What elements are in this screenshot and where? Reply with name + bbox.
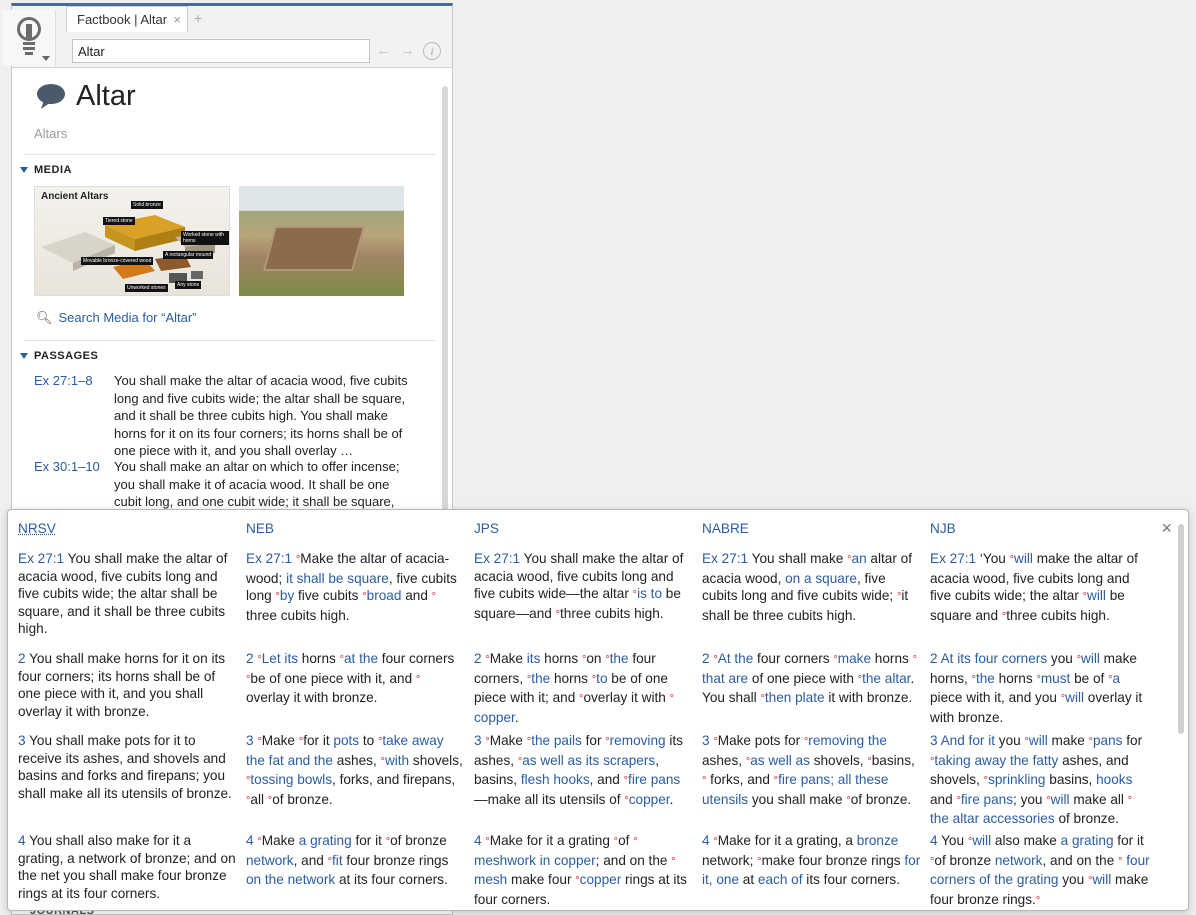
- verse-text: 2 °At the four corners °make horns ° tha…: [702, 651, 917, 706]
- verse-text: 2 At its four corners you °will make hor…: [930, 651, 1143, 725]
- close-icon[interactable]: ×: [1161, 518, 1172, 539]
- media-section-header[interactable]: MEDIA: [20, 164, 72, 176]
- excavation-image: [262, 226, 366, 271]
- expand-triangle-icon: [20, 353, 28, 360]
- lightbulb-icon: [17, 17, 41, 55]
- version-column-nrsv: NRSV Ex 27:1 You shall make the altar of…: [18, 520, 238, 901]
- expand-triangle-icon: [20, 167, 28, 174]
- verse-text: 3 °Make °the pails for °removing its ash…: [474, 733, 683, 807]
- media-tag: Tiered stone: [103, 217, 135, 225]
- verse-text: 2 You shall make horns for it on its fou…: [18, 651, 226, 719]
- verse-text: 3 °Make pots for °removing the ashes, °a…: [702, 733, 915, 807]
- version-column-jps: JPS Ex 27:1 You shall make the altar of …: [474, 520, 694, 907]
- back-arrow-icon[interactable]: ←: [376, 42, 391, 59]
- page-title: Altar: [76, 80, 136, 112]
- version-name[interactable]: NEB: [246, 520, 466, 538]
- passage-reference-link[interactable]: Ex 30:1–10: [34, 458, 100, 476]
- new-tab-button[interactable]: +: [194, 10, 202, 26]
- article-subtitle: Altars: [34, 126, 68, 141]
- search-media-link[interactable]: 🔍︎ Search Media for “Altar”: [36, 310, 197, 326]
- verse-text: 4 °Make for it a grating, a bronze netwo…: [702, 833, 921, 888]
- divider: [24, 340, 436, 341]
- media-tag: Unworked stones: [125, 284, 168, 292]
- forward-arrow-icon[interactable]: →: [400, 42, 415, 59]
- version-column-neb: NEB Ex 27:1 °Make the altar of acacia-wo…: [246, 520, 466, 887]
- verse-text: 3 And for it you °will make °pans for °t…: [930, 733, 1143, 827]
- scrollbar[interactable]: [442, 86, 448, 516]
- verse-text: 4 °Make a grating for it °of bronze netw…: [246, 833, 449, 888]
- media-thumbnail-altar-photo[interactable]: [239, 186, 404, 296]
- passage-reference-link[interactable]: Ex 27:1–8: [34, 372, 93, 390]
- verse-text: Ex 27:1 You shall make °an altar of acac…: [702, 551, 912, 623]
- scrollbar[interactable]: [1178, 524, 1184, 734]
- parallel-passages-popup: × NRSV Ex 27:1 You shall make the altar …: [7, 509, 1189, 911]
- media-tag: Solid bronze: [131, 201, 163, 209]
- verse-text: 2 °Let its horns °at the four corners °b…: [246, 651, 455, 706]
- version-column-njb: NJB Ex 27:1 ‘You °will make the altar of…: [930, 520, 1150, 907]
- close-tab-icon[interactable]: ×: [173, 7, 181, 33]
- search-media-label: Search Media for “Altar”: [58, 310, 197, 325]
- media-tag: Worked stone with horns: [181, 231, 229, 245]
- info-icon[interactable]: i: [423, 42, 441, 60]
- verse-text: 2 °Make its horns °on °the four corners,…: [474, 651, 674, 725]
- version-column-nabre: NABRE Ex 27:1 You shall make °an altar o…: [702, 520, 922, 887]
- verse-text: 4 You °will also make a grating for it °…: [930, 833, 1150, 907]
- media-tag: A rectangular mound: [163, 251, 214, 259]
- tab-label: Factbook | Altar: [77, 12, 168, 27]
- tab-factbook[interactable]: Factbook | Altar ×: [66, 6, 188, 32]
- passage-text: You shall make an altar on which to offe…: [114, 459, 400, 509]
- verse-text: Ex 27:1 ‘You °will make the altar of aca…: [930, 551, 1138, 623]
- verse-text: 3 You shall make pots for it to receive …: [18, 733, 232, 801]
- divider: [24, 154, 436, 155]
- chevron-down-icon: [42, 56, 50, 61]
- media-tag: Movable bronze-covered wood: [81, 257, 154, 265]
- speech-bubble-icon: [37, 84, 65, 109]
- factbook-menu-button[interactable]: [2, 10, 56, 66]
- version-name[interactable]: NJB: [930, 520, 1150, 538]
- search-input[interactable]: [72, 39, 370, 63]
- verse-text: 4 °Make for it a grating °of ° meshwork …: [474, 833, 687, 907]
- version-name[interactable]: JPS: [474, 520, 694, 538]
- verse-text: 4 You shall also make for it a grating, …: [18, 833, 236, 901]
- search-icon: 🔍︎: [36, 310, 53, 325]
- verse-text: 3 °Make °for it pots to °take away the f…: [246, 733, 463, 807]
- factbook-toolbar: Factbook | Altar × + ← → i: [2, 6, 452, 68]
- media-thumbnail-ancient-altars[interactable]: Ancient Altars Solid bronze Tiered stone…: [34, 186, 230, 296]
- passage-text: You shall make the altar of acacia wood,…: [114, 373, 408, 458]
- passages-heading: PASSAGES: [34, 350, 99, 362]
- media-heading: MEDIA: [34, 164, 72, 176]
- verse-text: Ex 27:1 You shall make the altar of acac…: [474, 551, 684, 621]
- passages-section-header[interactable]: PASSAGES: [20, 350, 98, 362]
- verse-text: Ex 27:1 °Make the altar of acacia-wood; …: [246, 551, 457, 623]
- version-name[interactable]: NABRE: [702, 520, 922, 538]
- verse-text: Ex 27:1 You shall make the altar of acac…: [18, 551, 228, 637]
- media-tag: Any stone: [175, 281, 202, 289]
- version-name[interactable]: NRSV: [18, 520, 238, 538]
